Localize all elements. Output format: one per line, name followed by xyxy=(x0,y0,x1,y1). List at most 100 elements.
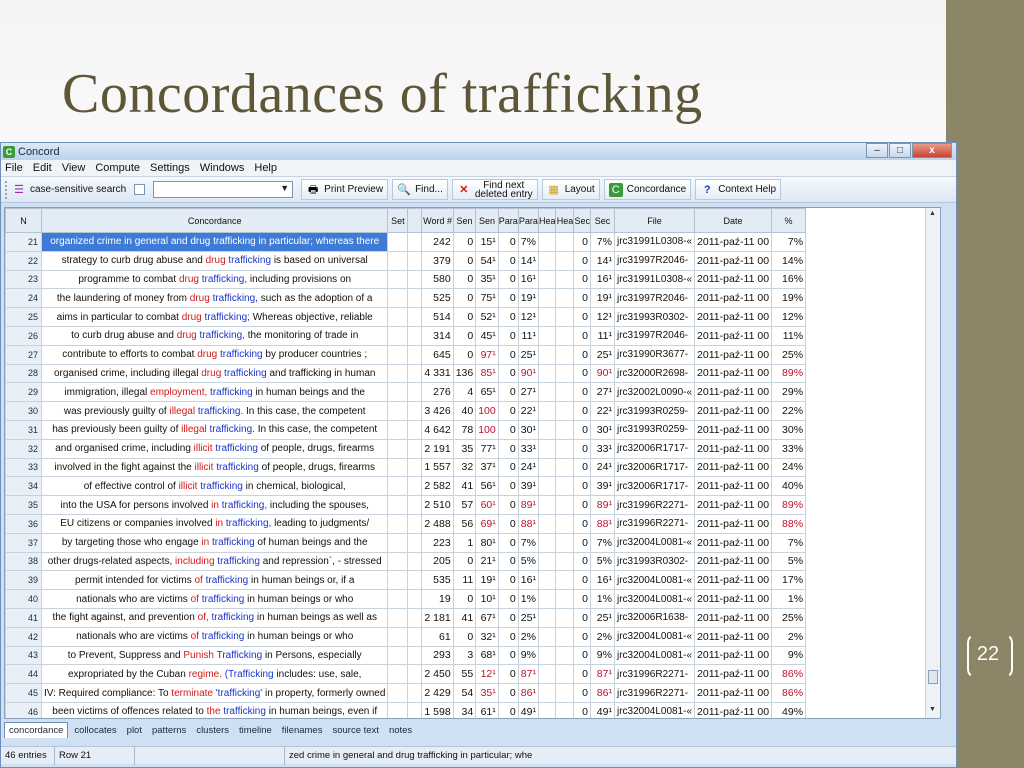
sentence-position: 35¹ xyxy=(475,683,499,703)
table-row[interactable]: 45 IV: Required compliance: To terminate … xyxy=(5,683,807,703)
print-preview-button[interactable]: 🖶 Print Preview xyxy=(301,179,389,200)
col-header-sent[interactable]: Sen xyxy=(452,208,477,233)
table-row[interactable]: 31 has previously been guilty of illegal … xyxy=(5,419,807,440)
file-name: jrc31996R2271- xyxy=(613,513,696,534)
set-cell xyxy=(387,607,409,628)
word-number: 61 xyxy=(421,626,454,647)
heading-number xyxy=(537,307,557,327)
file-name: jrc31991L0308-« xyxy=(613,232,696,252)
table-row[interactable]: 39 permit intended for victims of traffic… xyxy=(5,570,807,591)
col-header-concordance[interactable]: Concordance xyxy=(40,208,389,233)
collocate-word: employment, xyxy=(150,386,208,398)
sentence-number: 136 xyxy=(452,363,477,384)
table-row[interactable]: 43 to Prevent, Suppress and Punish Traffi… xyxy=(5,645,807,666)
concordance-grid[interactable]: N Concordance Set Word # Sen Sen Para Pa… xyxy=(4,207,941,719)
spacer-cell xyxy=(407,701,423,718)
find-next-deleted-button[interactable]: ✕ Find next deleted entry xyxy=(451,179,538,200)
menu-windows[interactable]: Windows xyxy=(200,162,245,174)
layout-button[interactable]: ▦ Layout xyxy=(541,179,600,200)
menu-compute[interactable]: Compute xyxy=(95,162,140,174)
col-header-para[interactable]: Para xyxy=(497,208,519,233)
table-row[interactable]: 36 EU citizens or companies involved in t… xyxy=(5,513,807,534)
menu-settings[interactable]: Settings xyxy=(150,162,190,174)
col-header-word[interactable]: Word # xyxy=(421,208,454,233)
tab-concordance[interactable]: concordance xyxy=(4,722,69,738)
table-row[interactable]: 33 involved in the fight against the illi… xyxy=(5,457,807,478)
toolbar-grip-icon[interactable] xyxy=(5,180,8,199)
table-row[interactable]: 42 nationals who are victims of trafficki… xyxy=(5,626,807,647)
table-row[interactable]: 35 into the USA for persons involved in t… xyxy=(5,495,807,515)
search-combo[interactable]: ▼ xyxy=(153,181,294,198)
section-position: 22¹ xyxy=(589,401,615,421)
tab-plot[interactable]: plot xyxy=(123,723,146,738)
maximize-button[interactable]: □ xyxy=(889,143,911,158)
tab-source-text[interactable]: source text xyxy=(328,723,382,738)
sentence-position: 85¹ xyxy=(475,363,499,384)
table-row[interactable]: 29 immigration, illegal employment, traff… xyxy=(5,382,807,403)
table-row[interactable]: 25 aims in particular to combat drug traf… xyxy=(5,307,807,327)
paragraph-number: 0 xyxy=(497,607,519,628)
table-row[interactable]: 28 organised crime, including illegal dru… xyxy=(5,363,807,384)
search-keyword: trafficking xyxy=(211,612,255,624)
table-row[interactable]: 30 was previously guilty of illegal traff… xyxy=(5,401,807,421)
minimize-button[interactable]: – xyxy=(866,143,888,158)
context-text: is based on universal xyxy=(273,255,368,267)
table-row[interactable]: 38 other drugs-related aspects, including… xyxy=(5,551,807,572)
context-text: including provisions on xyxy=(249,273,352,285)
menu-help[interactable]: Help xyxy=(254,162,277,174)
col-header-percent[interactable]: % xyxy=(771,208,807,233)
scroll-down-icon[interactable]: ▼ xyxy=(929,706,936,713)
percent: 22% xyxy=(771,401,807,421)
vertical-scrollbar[interactable]: ▲ ▼ xyxy=(925,208,940,718)
concordance-button[interactable]: C Concordance xyxy=(603,179,692,200)
col-header-head[interactable]: Hea xyxy=(537,208,557,233)
tab-filenames[interactable]: filenames xyxy=(278,723,327,738)
table-row[interactable]: 40 nationals who are victims of trafficki… xyxy=(5,589,807,609)
table-row[interactable]: 34 of effective control of illicit traffi… xyxy=(5,476,807,497)
table-row[interactable]: 44 expropriated by the Cuban regime. (Tra… xyxy=(5,664,807,685)
table-row[interactable]: 22 strategy to curb drug abuse and drug t… xyxy=(5,250,807,271)
col-header-head-pos[interactable]: Hea xyxy=(555,208,575,233)
table-row[interactable]: 32 and organised crime, including illicit… xyxy=(5,438,807,459)
context-text: IV: Required compliance: To xyxy=(44,687,169,699)
table-row[interactable]: 21 organized crime in general and drug tr… xyxy=(5,232,807,252)
menu-file[interactable]: File xyxy=(5,162,23,174)
table-row[interactable]: 27 contribute to efforts to combat drug t… xyxy=(5,344,807,365)
tab-timeline[interactable]: timeline xyxy=(235,723,276,738)
search-keyword: trafficking; xyxy=(204,311,250,323)
section-position: 14¹ xyxy=(589,250,615,271)
find-button[interactable]: 🔍 Find... xyxy=(392,179,448,200)
scrollbar-thumb[interactable] xyxy=(928,670,938,684)
case-sensitive-checkbox[interactable] xyxy=(134,184,146,195)
col-header-file[interactable]: File xyxy=(613,208,696,233)
tab-clusters[interactable]: clusters xyxy=(192,723,233,738)
col-header-sect-pos[interactable]: Sec xyxy=(589,208,615,233)
col-header-set[interactable]: Set xyxy=(387,208,409,233)
menu-view[interactable]: View xyxy=(62,162,86,174)
table-row[interactable]: 26 to curb drug abuse and drug traffickin… xyxy=(5,325,807,346)
close-button[interactable]: x xyxy=(912,143,952,158)
collocate-word: in xyxy=(215,518,224,530)
scroll-up-icon[interactable]: ▲ xyxy=(929,210,936,217)
col-header-sent-pos[interactable]: Sen xyxy=(475,208,499,233)
tab-patterns[interactable]: patterns xyxy=(148,723,190,738)
table-row[interactable]: 37 by targeting those who engage in traff… xyxy=(5,532,807,553)
table-row[interactable]: 41 the fight against, and prevention of, … xyxy=(5,607,807,628)
col-header-para-pos[interactable]: Para xyxy=(517,208,539,233)
table-row[interactable]: 23 programme to combat drug trafficking, … xyxy=(5,269,807,290)
menu-edit[interactable]: Edit xyxy=(33,162,52,174)
table-row[interactable]: 24 the laundering of money from drug traf… xyxy=(5,288,807,309)
layout-label: Layout xyxy=(564,184,595,195)
table-row[interactable]: 46 been victims of offences related to th… xyxy=(5,701,807,718)
col-header-n[interactable]: N xyxy=(5,208,42,233)
context-help-button[interactable]: ? Context Help xyxy=(695,179,782,200)
paragraph-position: 16¹ xyxy=(517,570,539,591)
file-date: 2011-paź-11 00 xyxy=(694,645,773,666)
col-header-sect[interactable]: Sec xyxy=(573,208,591,233)
tab-collocates[interactable]: collocates xyxy=(70,723,120,738)
chevron-down-icon[interactable]: ▼ xyxy=(280,183,289,193)
window-titlebar[interactable]: C Concord – □ x xyxy=(1,143,956,160)
tab-notes[interactable]: notes xyxy=(385,723,416,738)
heading-number xyxy=(537,664,557,685)
col-header-date[interactable]: Date xyxy=(694,208,773,233)
